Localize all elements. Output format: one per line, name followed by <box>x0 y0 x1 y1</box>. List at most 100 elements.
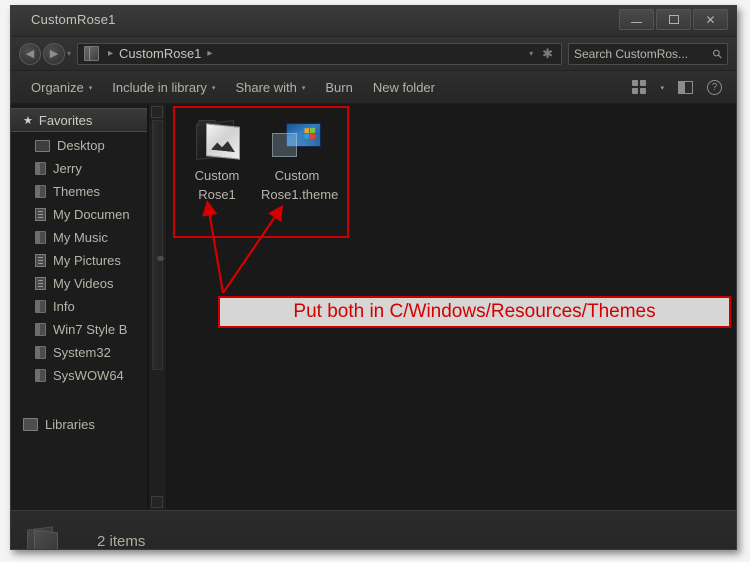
sidebar-item-label: Desktop <box>57 138 105 153</box>
address-bar-actions: ▾ ✱ <box>529 47 557 60</box>
sidebar-item-syswow64[interactable]: SysWOW64 <box>11 364 147 387</box>
folder-icon <box>25 525 59 549</box>
file-item-custom-rose1-theme[interactable]: Custom Rose1.theme <box>261 114 339 204</box>
breadcrumb-separator-trailing-icon: ▸ <box>207 48 213 59</box>
scrollbar-thumb[interactable] <box>152 120 164 370</box>
toolbar-button-organize[interactable]: Organize ▾ <box>21 77 102 98</box>
folder-icon <box>35 162 46 175</box>
sidebar-group-label-libraries: Libraries <box>45 417 95 432</box>
sidebar-item-info[interactable]: Info <box>11 295 147 318</box>
close-button[interactable]: ✕ <box>693 9 728 30</box>
explorer-window: CustomRose1 ✕ ◀ ▶ ▾ ▸ CustomRose1 ▸ ▾ ✱ … <box>10 5 737 550</box>
breadcrumb-folder-icon <box>84 46 100 61</box>
toolbar-button-burn[interactable]: Burn <box>315 77 362 98</box>
sidebar-group-libraries[interactable]: Libraries <box>11 413 147 436</box>
videos-icon <box>35 277 46 290</box>
navigation-pane-scrollbar[interactable] <box>148 104 167 510</box>
sidebar-item-desktop[interactable]: Desktop <box>11 134 147 157</box>
window-title: CustomRose1 <box>31 12 116 27</box>
scroll-down-button[interactable] <box>151 496 163 508</box>
view-chevron-down-icon[interactable]: ▾ <box>660 84 664 92</box>
sidebar-item-label: Win7 Style B <box>53 322 128 337</box>
refresh-icon[interactable]: ✱ <box>542 47 553 60</box>
chevron-down-icon: ▾ <box>301 85 306 92</box>
toolbar-label-organize: Organize <box>31 79 84 95</box>
command-toolbar: Organize ▾ Include in library ▾ Share wi… <box>11 71 736 104</box>
documents-icon <box>35 208 46 221</box>
search-icon: ⚲ <box>709 45 726 62</box>
sidebar-item-win7-style-b[interactable]: Win7 Style B <box>11 318 147 341</box>
sidebar-item-label: My Pictures <box>53 253 121 268</box>
libraries-icon <box>23 418 38 431</box>
annotation-text: Put both in C/Windows/Resources/Themes <box>293 301 656 322</box>
screenshot-root: CustomRose1 ✕ ◀ ▶ ▾ ▸ CustomRose1 ▸ ▾ ✱ … <box>0 0 750 562</box>
star-icon: ★ <box>23 114 33 127</box>
recent-pages-chevron-down-icon[interactable]: ▾ <box>67 49 71 58</box>
back-button[interactable]: ◀ <box>19 42 41 65</box>
toolbar-button-include-in-library[interactable]: Include in library ▾ <box>102 77 225 98</box>
toolbar-label-share-with: Share with <box>235 79 297 95</box>
chevron-down-icon: ▾ <box>88 85 93 92</box>
music-icon <box>35 231 46 244</box>
folder-icon <box>35 323 46 336</box>
navigation-pane: ★ Favorites Desktop Jerry Themes My Docu… <box>11 104 148 510</box>
sidebar-item-label: System32 <box>53 345 111 360</box>
toolbar-label-new-folder: New folder <box>372 79 435 95</box>
toolbar-right-actions: ▾ ? <box>632 79 726 95</box>
sidebar-item-label: My Videos <box>53 276 114 291</box>
scroll-up-button[interactable] <box>151 106 163 118</box>
address-bar-row: ◀ ▶ ▾ ▸ CustomRose1 ▸ ▾ ✱ Search CustomR… <box>11 37 736 71</box>
search-box[interactable]: Search CustomRos... ⚲ <box>568 42 728 65</box>
file-item-custom-rose1[interactable]: Custom Rose1 <box>181 114 253 204</box>
sidebar-item-label: Themes <box>53 184 100 199</box>
breadcrumb-item-customrose1[interactable]: CustomRose1 <box>119 46 201 61</box>
preview-pane-icon[interactable] <box>678 80 693 94</box>
address-bar[interactable]: ▸ CustomRose1 ▸ ▾ ✱ <box>77 42 562 65</box>
file-item-label: Custom Rose1 <box>194 168 240 202</box>
maximize-icon <box>668 15 679 24</box>
chevron-down-icon: ▾ <box>211 85 216 92</box>
annotation-callout: Put both in C/Windows/Resources/Themes <box>218 296 731 328</box>
toolbar-label-burn: Burn <box>325 79 353 95</box>
address-history-chevron-down-icon[interactable]: ▾ <box>529 49 533 58</box>
breadcrumb-separator-icon: ▸ <box>108 48 114 59</box>
minimize-icon <box>631 22 642 23</box>
sidebar-item-label: Info <box>53 299 75 314</box>
sidebar-item-system32[interactable]: System32 <box>11 341 147 364</box>
title-bar: CustomRose1 ✕ <box>11 6 736 37</box>
sidebar-item-my-music[interactable]: My Music <box>11 226 147 249</box>
sidebar-item-my-pictures[interactable]: My Pictures <box>11 249 147 272</box>
scrollbar-grip-icon <box>157 256 164 261</box>
window-controls: ✕ <box>619 9 728 30</box>
toolbar-button-new-folder[interactable]: New folder <box>363 77 445 98</box>
search-input[interactable]: Search CustomRos... <box>574 47 688 61</box>
sidebar-item-jerry[interactable]: Jerry <box>11 157 147 180</box>
file-item-label: Custom Rose1.theme <box>261 168 339 202</box>
sidebar-item-my-documents[interactable]: My Documen <box>11 203 147 226</box>
forward-button[interactable]: ▶ <box>43 42 65 65</box>
toolbar-button-share-with[interactable]: Share with ▾ <box>225 77 315 98</box>
folder-icon <box>35 369 46 382</box>
item-count-label: 2 items <box>97 533 146 550</box>
folder-icon <box>35 300 46 313</box>
windows-flag-icon <box>304 127 316 140</box>
view-options-icon[interactable] <box>632 80 647 94</box>
help-icon[interactable]: ? <box>707 79 722 95</box>
folder-icon <box>35 185 46 198</box>
theme-file-icon <box>261 114 333 166</box>
desktop-icon <box>35 139 50 152</box>
pictures-icon <box>35 254 46 267</box>
sidebar-item-label: SysWOW64 <box>53 368 124 383</box>
sidebar-item-label: My Documen <box>53 207 130 222</box>
folder-icon <box>35 346 46 359</box>
sidebar-item-my-videos[interactable]: My Videos <box>11 272 147 295</box>
sidebar-item-label: My Music <box>53 230 108 245</box>
maximize-button[interactable] <box>656 9 691 30</box>
close-icon: ✕ <box>705 12 716 27</box>
sidebar-item-themes[interactable]: Themes <box>11 180 147 203</box>
status-bar: 2 items <box>11 510 736 550</box>
folder-icon <box>181 114 253 166</box>
toolbar-label-include-in-library: Include in library <box>112 79 207 95</box>
minimize-button[interactable] <box>619 9 654 30</box>
sidebar-group-favorites[interactable]: ★ Favorites <box>11 108 147 132</box>
